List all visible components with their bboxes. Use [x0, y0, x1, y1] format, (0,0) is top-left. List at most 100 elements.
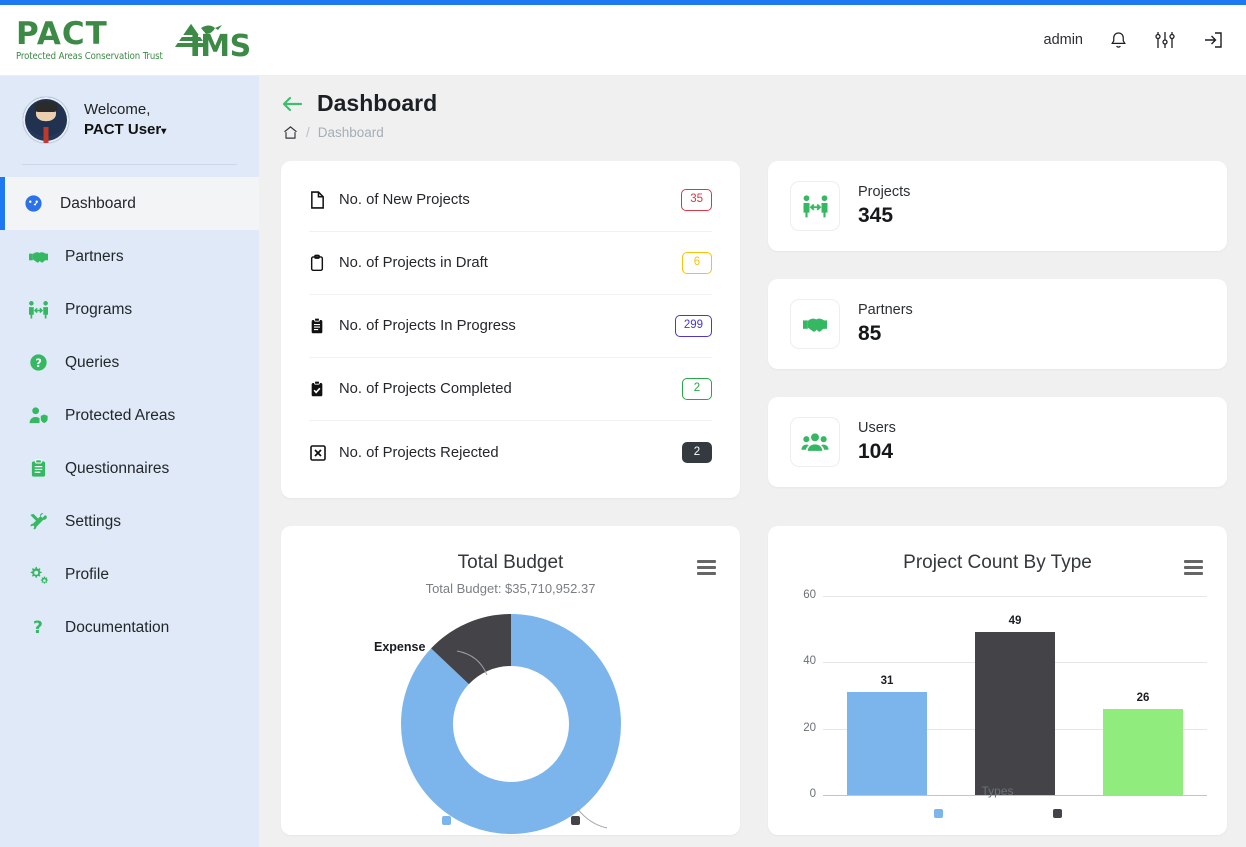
status-badge: 6 [682, 252, 712, 274]
sidebar-item-label: Queries [65, 353, 120, 371]
tachometer-icon [22, 194, 44, 213]
summary-card-projects[interactable]: Projects 345 [768, 161, 1227, 251]
sidebar-item-label: Dashboard [60, 194, 136, 212]
stat-label: No. of New Projects [339, 192, 470, 208]
donut-legend[interactable] [281, 816, 740, 825]
y-axis-tick: 40 [803, 655, 816, 667]
sidebar-item-settings[interactable]: Settings [0, 495, 259, 548]
sidebar-item-label: Partners [65, 247, 124, 265]
sidebar-item-documentation[interactable]: ? Documentation [0, 601, 259, 654]
pie-label-expense: Expense [374, 640, 426, 654]
bar-value-label: 31 [880, 675, 894, 687]
summary-card-users[interactable]: Users 104 [768, 397, 1227, 487]
hamburger-export-icon[interactable] [1184, 560, 1203, 575]
x-axis-label: Types [981, 784, 1014, 798]
sidebar-item-queries[interactable]: ? Queries [0, 336, 259, 389]
brand-name: PACT [16, 15, 108, 52]
cogs-icon [27, 565, 49, 584]
window-close-icon [309, 444, 339, 462]
clipboard-icon [309, 253, 339, 273]
sidebar-item-label: Settings [65, 512, 122, 530]
welcome-username[interactable]: PACT User▾ [84, 120, 166, 140]
list-item[interactable]: No. of Projects in Draft 6 [309, 232, 712, 295]
stat-label: No. of Projects Rejected [339, 444, 499, 461]
sidebar-item-programs[interactable]: Programs [0, 283, 259, 336]
project-stats-list: No. of New Projects 35 No. of Projects i… [281, 161, 740, 498]
handshake-icon [27, 247, 49, 266]
chevron-down-icon: ▾ [161, 126, 167, 137]
bar-group[interactable]: 31 [823, 596, 951, 795]
user-welcome-block[interactable]: Welcome, PACT User▾ [0, 76, 259, 144]
sidebar-item-protected-areas[interactable]: Protected Areas [0, 389, 259, 442]
legend-swatch-type-1 [933, 809, 943, 818]
summary-label: Users [858, 419, 896, 436]
back-arrow-icon[interactable] [281, 95, 303, 113]
hamburger-export-icon[interactable] [697, 560, 716, 575]
breadcrumb-separator: / [306, 125, 310, 140]
brand-logo[interactable]: PACT Protected Areas Conservation Trust … [0, 15, 252, 64]
page-title: Dashboard [317, 90, 438, 116]
sidebar-item-partners[interactable]: Partners [0, 230, 259, 283]
svg-text:?: ? [35, 356, 42, 370]
users-icon [790, 417, 840, 467]
y-axis-tick: 60 [803, 589, 816, 601]
bar-group[interactable]: 26 [1079, 596, 1207, 795]
current-user-label[interactable]: admin [1044, 32, 1084, 48]
app-header: PACT Protected Areas Conservation Trust … [0, 5, 1246, 76]
chart-title: Project Count By Type [903, 552, 1092, 573]
question-icon: ? [27, 618, 49, 637]
brand-tagline: Protected Areas Conservation Trust [16, 50, 163, 62]
tools-icon [27, 512, 49, 531]
bar-type-3[interactable] [1102, 709, 1184, 795]
clipboard-list-icon [27, 459, 49, 478]
question-circle-icon: ? [27, 353, 49, 372]
summary-card-partners[interactable]: Partners 85 [768, 279, 1227, 369]
bar-group[interactable]: 49 [951, 596, 1079, 795]
bell-icon[interactable] [1109, 30, 1128, 50]
sidebar-item-questionnaires[interactable]: Questionnaires [0, 442, 259, 495]
user-shield-icon [27, 406, 49, 425]
total-budget-chart-card: Total Budget Total Budget: $35,710,952.3… [281, 526, 740, 835]
summary-cards-column: Projects 345 Partners 85 Users 104 [768, 161, 1227, 498]
welcome-greeting: Welcome, [84, 100, 151, 118]
sliders-icon[interactable] [1154, 30, 1176, 50]
list-item[interactable]: No. of New Projects 35 [309, 169, 712, 232]
project-count-chart-card: Project Count By Type 60 40 20 0 31 49 2… [768, 526, 1227, 835]
dashboard-grid: No. of New Projects 35 No. of Projects i… [281, 161, 1227, 835]
list-item[interactable]: No. of Projects Completed 2 [309, 358, 712, 421]
bar-value-label: 49 [1008, 615, 1022, 627]
status-badge: 2 [682, 441, 712, 464]
summary-value: 104 [858, 439, 894, 463]
list-item[interactable]: No. of Projects Rejected 2 [309, 421, 712, 484]
home-icon[interactable] [283, 125, 298, 140]
avatar [22, 96, 70, 144]
bar-series: 31 49 26 [823, 596, 1207, 795]
welcome-username-text: PACT User [84, 121, 162, 138]
logout-icon[interactable] [1202, 30, 1224, 50]
project-stats-card: No. of New Projects 35 No. of Projects i… [281, 161, 740, 498]
sidebar-item-dashboard[interactable]: Dashboard [0, 177, 259, 230]
stat-label: No. of Projects in Draft [339, 255, 488, 271]
brand-suffix: IMS [189, 29, 252, 64]
bar-chart: 60 40 20 0 31 49 26 Types [768, 580, 1227, 818]
page-header: Dashboard [281, 90, 1224, 117]
donut-chart: Expense Remaining [281, 604, 740, 834]
status-badge: 35 [681, 189, 712, 211]
sidebar-item-label: Questionnaires [65, 459, 170, 477]
chart-subtitle: Total Budget: $35,710,952.37 [425, 581, 596, 596]
status-badge: 299 [674, 315, 712, 337]
bar-legend[interactable] [768, 809, 1227, 818]
handshake-icon [790, 299, 840, 349]
list-item[interactable]: No. of Projects In Progress 299 [309, 295, 712, 358]
legend-swatch-type-2 [1052, 809, 1062, 818]
clipboard-list-icon [309, 316, 339, 336]
sidebar-item-profile[interactable]: Profile [0, 548, 259, 601]
sidebar-item-label: Programs [65, 300, 133, 318]
sidebar: Welcome, PACT User▾ Dashboard Partners P… [0, 76, 259, 847]
header-actions: admin [1044, 30, 1246, 50]
bar-type-2[interactable] [974, 632, 1056, 795]
bar-type-1[interactable] [846, 692, 928, 795]
summary-value: 85 [858, 321, 882, 345]
sidebar-item-label: Profile [65, 565, 109, 583]
clipboard-check-icon [309, 379, 339, 399]
